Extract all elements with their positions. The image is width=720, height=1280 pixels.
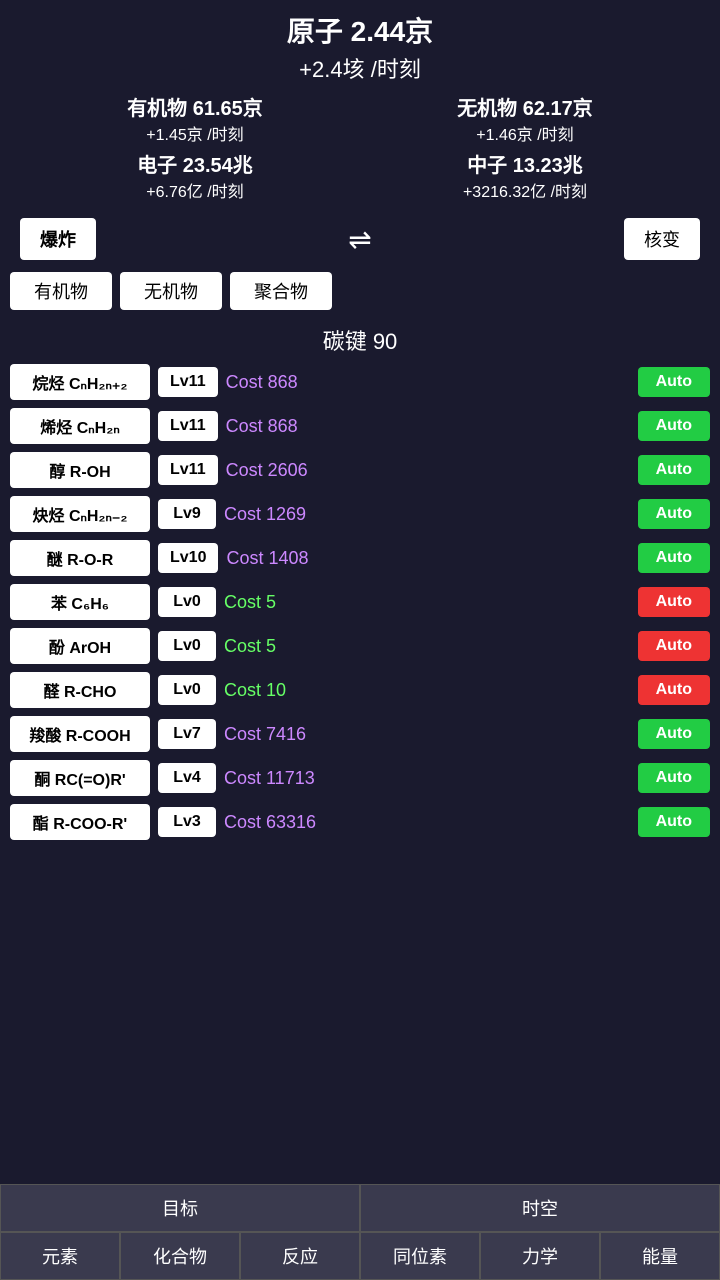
- compound-row: 醚 R-O-R Lv10 Cost 1408 Auto: [10, 540, 710, 576]
- level-badge: Lv4: [158, 763, 216, 793]
- compound-name[interactable]: 醇 R-OH: [10, 452, 150, 488]
- organic-val: 有机物 61.65京: [30, 92, 360, 121]
- compound-name[interactable]: 酮 RC(=O)R': [10, 760, 150, 796]
- bottom-nav-button[interactable]: 目标: [0, 1184, 360, 1232]
- compound-row: 酮 RC(=O)R' Lv4 Cost 11713 Auto: [10, 760, 710, 796]
- level-badge: Lv11: [158, 411, 218, 441]
- compound-name[interactable]: 炔烃 CₙH₂ₙ₋₂: [10, 496, 150, 532]
- compound-list: 烷烃 CₙH₂ₙ₊₂ Lv11 Cost 868 Auto 烯烃 CₙH₂ₙ Lv11 Co…: [0, 364, 720, 840]
- compound-row: 羧酸 R-COOH Lv7 Cost 7416 Auto: [10, 716, 710, 752]
- tab-inorganic[interactable]: 无机物: [120, 272, 222, 310]
- cost-text: Cost 5: [224, 592, 630, 613]
- compound-name[interactable]: 羧酸 R-COOH: [10, 716, 150, 752]
- cost-text: Cost 11713: [224, 768, 630, 789]
- auto-button[interactable]: Auto: [638, 543, 710, 573]
- electron-rate: +6.76亿 /时刻: [30, 178, 360, 202]
- compound-row: 苯 C₆H₆ Lv0 Cost 5 Auto: [10, 584, 710, 620]
- inorganic-block: 无机物 62.17京 +1.46京 /时刻: [360, 92, 690, 145]
- compound-row: 烯烃 CₙH₂ₙ Lv11 Cost 868 Auto: [10, 408, 710, 444]
- compound-name[interactable]: 酯 R-COO-R': [10, 804, 150, 840]
- compound-name[interactable]: 醚 R-O-R: [10, 540, 150, 576]
- cost-text: Cost 868: [226, 416, 630, 437]
- bottom-nav-button[interactable]: 时空: [360, 1184, 720, 1232]
- stats-row-2: 电子 23.54兆 +6.76亿 /时刻 中子 13.23兆 +3216.32亿…: [20, 149, 700, 202]
- level-badge: Lv0: [158, 587, 216, 617]
- level-badge: Lv9: [158, 499, 216, 529]
- auto-button[interactable]: Auto: [638, 499, 710, 529]
- cost-text: Cost 1269: [224, 504, 630, 525]
- auto-button[interactable]: Auto: [638, 455, 710, 485]
- bottom-nav-button[interactable]: 能量: [600, 1232, 720, 1280]
- compound-row: 醇 R-OH Lv11 Cost 2606 Auto: [10, 452, 710, 488]
- bottom-nav-button[interactable]: 力学: [480, 1232, 600, 1280]
- cost-text: Cost 7416: [224, 724, 630, 745]
- tab-organic[interactable]: 有机物: [10, 272, 112, 310]
- inorganic-val: 无机物 62.17京: [360, 92, 690, 121]
- neutron-rate: +3216.32亿 /时刻: [360, 178, 690, 202]
- compound-name[interactable]: 烯烃 CₙH₂ₙ: [10, 408, 150, 444]
- cost-text: Cost 868: [226, 372, 630, 393]
- compound-row: 醛 R-CHO Lv0 Cost 10 Auto: [10, 672, 710, 708]
- auto-button[interactable]: Auto: [638, 411, 710, 441]
- level-badge: Lv11: [158, 367, 218, 397]
- cost-text: Cost 63316: [224, 812, 630, 833]
- explode-button[interactable]: 爆炸: [20, 218, 96, 260]
- bottom-row2: 元素化合物反应同位素力学能量: [0, 1232, 720, 1280]
- auto-button[interactable]: Auto: [638, 763, 710, 793]
- electron-block: 电子 23.54兆 +6.76亿 /时刻: [30, 149, 360, 202]
- compound-name[interactable]: 烷烃 CₙH₂ₙ₊₂: [10, 364, 150, 400]
- level-badge: Lv3: [158, 807, 216, 837]
- level-badge: Lv11: [158, 455, 218, 485]
- level-badge: Lv10: [158, 543, 218, 573]
- electron-val: 电子 23.54兆: [30, 149, 360, 178]
- compound-row: 炔烃 CₙH₂ₙ₋₂ Lv9 Cost 1269 Auto: [10, 496, 710, 532]
- organic-block: 有机物 61.65京 +1.45京 /时刻: [30, 92, 360, 145]
- level-badge: Lv0: [158, 675, 216, 705]
- compound-name[interactable]: 醛 R-CHO: [10, 672, 150, 708]
- neutron-block: 中子 13.23兆 +3216.32亿 /时刻: [360, 149, 690, 202]
- nuclei-button[interactable]: 核变: [624, 218, 700, 260]
- atom-count: 原子 2.44京: [20, 10, 700, 50]
- stats-row-1: 有机物 61.65京 +1.45京 /时刻 无机物 62.17京 +1.46京 …: [20, 92, 700, 145]
- cost-text: Cost 2606: [226, 460, 630, 481]
- auto-button[interactable]: Auto: [638, 587, 710, 617]
- neutron-val: 中子 13.23兆: [360, 149, 690, 178]
- auto-button[interactable]: Auto: [638, 675, 710, 705]
- top-stats: 原子 2.44京 +2.4垓 /时刻 有机物 61.65京 +1.45京 /时刻…: [0, 0, 720, 212]
- auto-button[interactable]: Auto: [638, 367, 710, 397]
- cost-text: Cost 10: [224, 680, 630, 701]
- bottom-row1: 目标时空: [0, 1184, 720, 1232]
- carbon-header: 碳键 90: [0, 316, 720, 364]
- compound-name[interactable]: 苯 C₆H₆: [10, 584, 150, 620]
- level-badge: Lv0: [158, 631, 216, 661]
- inorganic-rate: +1.46京 /时刻: [360, 121, 690, 145]
- auto-button[interactable]: Auto: [638, 807, 710, 837]
- cost-text: Cost 1408: [226, 548, 629, 569]
- atom-rate: +2.4垓 /时刻: [20, 52, 700, 84]
- bottom-nav-button[interactable]: 同位素: [360, 1232, 480, 1280]
- cost-text: Cost 5: [224, 636, 630, 657]
- organic-rate: +1.45京 /时刻: [30, 121, 360, 145]
- tab-polymer[interactable]: 聚合物: [230, 272, 332, 310]
- auto-button[interactable]: Auto: [638, 719, 710, 749]
- bottom-nav-button[interactable]: 化合物: [120, 1232, 240, 1280]
- compound-row: 烷烃 CₙH₂ₙ₊₂ Lv11 Cost 868 Auto: [10, 364, 710, 400]
- header-controls: 爆炸 ⇌ 核变: [0, 212, 720, 266]
- tab-bar: 有机物 无机物 聚合物: [0, 266, 720, 316]
- compound-row: 酯 R-COO-R' Lv3 Cost 63316 Auto: [10, 804, 710, 840]
- compound-name[interactable]: 酚 ArOH: [10, 628, 150, 664]
- compound-row: 酚 ArOH Lv0 Cost 5 Auto: [10, 628, 710, 664]
- shuffle-icon[interactable]: ⇌: [348, 223, 371, 256]
- bottom-nav-button[interactable]: 反应: [240, 1232, 360, 1280]
- bottom-nav: 目标时空 元素化合物反应同位素力学能量: [0, 1184, 720, 1280]
- auto-button[interactable]: Auto: [638, 631, 710, 661]
- level-badge: Lv7: [158, 719, 216, 749]
- bottom-nav-button[interactable]: 元素: [0, 1232, 120, 1280]
